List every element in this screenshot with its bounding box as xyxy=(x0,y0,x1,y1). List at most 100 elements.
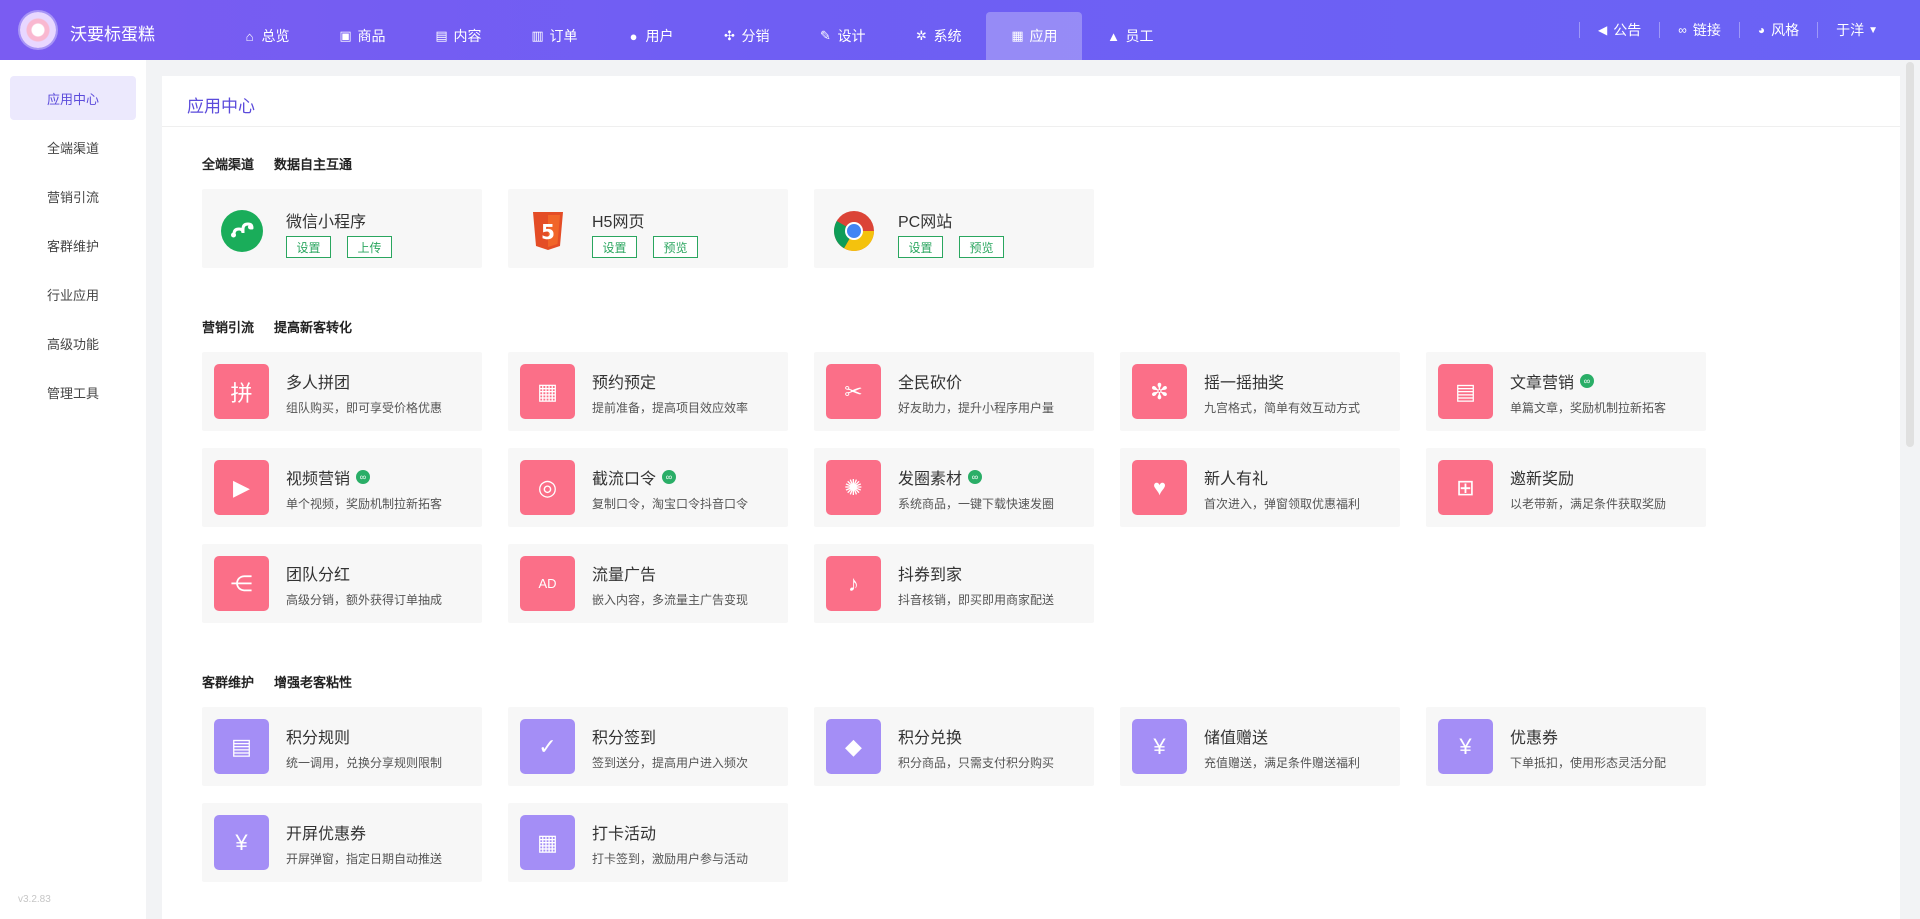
nav-item-5[interactable]: ✣ 分销 xyxy=(698,12,794,60)
section-title: 全端渠道 xyxy=(202,157,255,172)
app-card[interactable]: ⋲ 团队分红 高级分销，额外获得订单抽成 xyxy=(202,544,482,623)
nav-label: 用户 xyxy=(645,28,674,44)
card-actions: 设置 预览 xyxy=(592,236,714,258)
calendar-icon: ▦ xyxy=(520,364,575,419)
money-bag-icon: ¥ xyxy=(1132,719,1187,774)
share-icon: ✣ xyxy=(724,28,735,43)
group-buy-icon: 拼 xyxy=(214,364,269,419)
section-title: 客群维护 xyxy=(202,675,255,690)
card-title-text: 视频营销 xyxy=(286,471,351,488)
card-title-text: 抖券到家 xyxy=(898,567,963,584)
app-card[interactable]: ⊞ 邀新奖励 以老带新，满足条件获取奖励 xyxy=(1426,448,1706,527)
card-title: 优惠券 xyxy=(1510,724,1558,748)
announcement-link[interactable]: ◀ 公告 xyxy=(1580,20,1659,40)
section-title: 营销引流 xyxy=(202,320,255,335)
preview-button[interactable]: 预览 xyxy=(653,236,698,258)
card-description: 统一调用，兑换分享规则限制 xyxy=(286,756,443,770)
wheel-icon: ✼ xyxy=(1132,364,1187,419)
card-title: 发圈素材 ∞ xyxy=(898,465,983,489)
app-card[interactable]: ▦ 预约预定 提前准备，提高项目效应效率 xyxy=(508,352,788,431)
card-title: 多人拼团 xyxy=(286,369,350,393)
channel-card-wechat[interactable]: 微信小程序 设置 上传 xyxy=(202,189,482,268)
sidebar-item-2[interactable]: 营销引流 xyxy=(10,174,136,218)
card-description: 单篇文章，奖励机制拉新拓客 xyxy=(1510,401,1667,415)
nav-item-4[interactable]: ● 用户 xyxy=(602,12,698,60)
settings-button[interactable]: 设置 xyxy=(286,236,331,258)
nav-item-1[interactable]: ▣ 商品 xyxy=(314,12,410,60)
nav-item-2[interactable]: ▤ 内容 xyxy=(410,12,506,60)
sidebar-item-1[interactable]: 全端渠道 xyxy=(10,125,136,169)
sidebar-item-5[interactable]: 高级功能 xyxy=(10,321,136,365)
app-card[interactable]: ¥ 开屏优惠券 开屏弹窗，指定日期自动推送 xyxy=(202,803,482,882)
style-link[interactable]: ◕ 风格 xyxy=(1740,20,1817,40)
sidebar-item-0[interactable]: 应用中心 xyxy=(10,76,136,120)
links-link[interactable]: ∞ 链接 xyxy=(1660,20,1739,40)
card-title-text: 多人拼团 xyxy=(286,375,351,392)
nav-item-3[interactable]: ▥ 订单 xyxy=(506,12,602,60)
settings-button[interactable]: 设置 xyxy=(898,236,943,258)
miniprogram-badge-icon: ∞ xyxy=(968,470,983,484)
app-card[interactable]: ¥ 优惠券 下单抵扣，使用形态灵活分配 xyxy=(1426,707,1706,786)
sidebar: v3.2.83 应用中心全端渠道营销引流客群维护行业应用高级功能管理工具 xyxy=(0,60,146,919)
channel-card-h5[interactable]: 5 H5网页 设置 预览 xyxy=(508,189,788,268)
card-title-text: 开屏优惠券 xyxy=(286,826,367,843)
app-card[interactable]: ▦ 打卡活动 打卡签到，激励用户参与活动 xyxy=(508,803,788,882)
app-card[interactable]: ▶ 视频营销 ∞ 单个视频，奖励机制拉新拓客 xyxy=(202,448,482,527)
user-icon: ● xyxy=(629,28,638,44)
nav-label: 商品 xyxy=(357,28,386,44)
card-title: 积分签到 xyxy=(592,724,656,748)
sidebar-item-6[interactable]: 管理工具 xyxy=(10,370,136,414)
sidebar-item-3[interactable]: 客群维护 xyxy=(10,223,136,267)
section-header-marketing: 营销引流 提高新客转化 xyxy=(202,317,372,336)
card-description: 嵌入内容，多流量主广告变现 xyxy=(592,593,749,607)
card-actions: 设置 预览 xyxy=(898,236,1020,258)
card-title: 文章营销 ∞ xyxy=(1510,369,1595,393)
card-description: 组队购买，即可享受价格优惠 xyxy=(286,401,443,415)
palette-icon: ◕ xyxy=(1757,23,1766,37)
version-label: v3.2.83 xyxy=(18,894,51,905)
app-card[interactable]: ✼ 摇一摇抽奖 九宫格式，简单有效互动方式 xyxy=(1120,352,1400,431)
app-card[interactable]: ✓ 积分签到 签到送分，提高用户进入频次 xyxy=(508,707,788,786)
section-header-channels: 全端渠道 数据自主互通 xyxy=(202,154,372,173)
nav-label: 订单 xyxy=(549,28,578,44)
app-card[interactable]: AD 流量广告 嵌入内容，多流量主广告变现 xyxy=(508,544,788,623)
section-subtitle: 数据自主互通 xyxy=(274,157,353,172)
app-card[interactable]: ▤ 积分规则 统一调用，兑换分享规则限制 xyxy=(202,707,482,786)
page-title: 应用中心 xyxy=(187,97,255,116)
app-card[interactable]: ♥ 新人有礼 首次进入，弹窗领取优惠福利 xyxy=(1120,448,1400,527)
app-card[interactable]: ◆ 积分兑换 积分商品，只需支付积分购买 xyxy=(814,707,1094,786)
nav-item-8[interactable]: ▦ 应用 xyxy=(986,12,1082,60)
nav-item-0[interactable]: ⌂ 总览 xyxy=(218,12,314,60)
coupon-icon: ¥ xyxy=(1438,719,1493,774)
nav-item-7[interactable]: ✲ 系统 xyxy=(890,12,986,60)
card-title-text: 文章营销 xyxy=(1510,375,1575,392)
app-card[interactable]: ✂ 全民砍价 好友助力，提升小程序用户量 xyxy=(814,352,1094,431)
card-title: 预约预定 xyxy=(592,369,656,393)
app-card[interactable]: ✺ 发圈素材 ∞ 系统商品，一键下载快速发圈 xyxy=(814,448,1094,527)
preview-button[interactable]: 预览 xyxy=(959,236,1004,258)
card-description: 开屏弹窗，指定日期自动推送 xyxy=(286,852,443,866)
app-card[interactable]: ▤ 文章营销 ∞ 单篇文章，奖励机制拉新拓客 xyxy=(1426,352,1706,431)
app-card[interactable]: ¥ 储值赠送 充值赠送，满足条件赠送福利 xyxy=(1120,707,1400,786)
nav-item-9[interactable]: ▲ 员工 xyxy=(1082,12,1178,60)
svg-text:5: 5 xyxy=(541,220,555,244)
gear-icon: ✲ xyxy=(916,28,927,43)
settings-button[interactable]: 设置 xyxy=(592,236,637,258)
channel-card-pc[interactable]: PC网站 设置 预览 xyxy=(814,189,1094,268)
upload-button[interactable]: 上传 xyxy=(347,236,392,258)
card-title: 视频营销 ∞ xyxy=(286,465,371,489)
card-title-text: 储值赠送 xyxy=(1204,730,1269,747)
app-card[interactable]: ♪ 抖券到家 抖音核销，即买即用商家配送 xyxy=(814,544,1094,623)
share-nodes-icon: ⋲ xyxy=(214,556,269,611)
card-title: 微信小程序 xyxy=(286,214,367,231)
nav-item-6[interactable]: ✎ 设计 xyxy=(794,12,890,60)
scrollbar[interactable] xyxy=(1906,62,1914,447)
sidebar-item-4[interactable]: 行业应用 xyxy=(10,272,136,316)
app-card[interactable]: 拼多人拼团组队购买，即可享受价格优惠 xyxy=(202,352,482,431)
card-title: 积分规则 xyxy=(286,724,350,748)
user-menu[interactable]: 于洋 ▼ xyxy=(1818,20,1896,40)
card-title-text: 邀新奖励 xyxy=(1510,471,1575,488)
app-card[interactable]: ◎ 截流口令 ∞ 复制口令，淘宝口令抖音口令 xyxy=(508,448,788,527)
card-title: 储值赠送 xyxy=(1204,724,1268,748)
card-title-text: 打卡活动 xyxy=(592,826,657,843)
